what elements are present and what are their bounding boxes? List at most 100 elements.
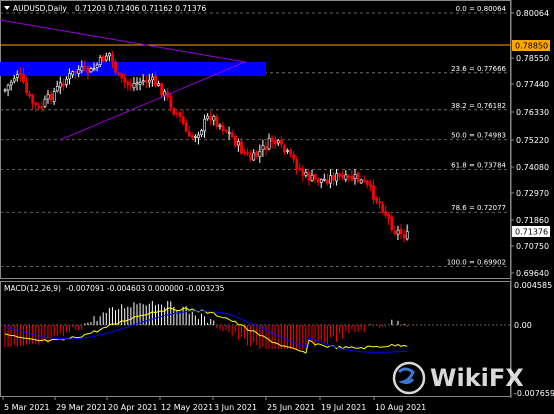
candle-body — [353, 174, 357, 179]
candle-body — [221, 125, 225, 132]
candle-body — [80, 66, 84, 71]
candle-body — [335, 173, 339, 182]
wikifx-watermark: WikiFX — [392, 361, 524, 395]
candle-body — [178, 112, 182, 117]
candle-body — [307, 172, 311, 181]
candle-body — [49, 93, 53, 101]
candle-body — [209, 116, 213, 121]
candle-body — [301, 168, 305, 176]
candle-body — [28, 93, 32, 97]
signal-line — [4, 310, 408, 353]
candle-body — [347, 175, 351, 178]
candle-body — [255, 151, 259, 157]
candle-body — [393, 231, 397, 234]
candle-body — [316, 178, 320, 183]
candle-body — [224, 130, 228, 132]
macd-values: -0.007091 -0.004603 0.000000 -0.003235 — [66, 284, 225, 293]
candle-body — [372, 185, 375, 200]
candle-body — [230, 133, 234, 137]
candle-body — [92, 68, 96, 70]
candle-body — [135, 82, 139, 85]
candle-body — [74, 71, 78, 73]
fib-level-label: 78.6 = 0.72077 — [451, 204, 506, 212]
candle-body — [46, 94, 50, 100]
candle-body — [237, 141, 240, 146]
candle-body — [22, 74, 25, 83]
macd-axis-top: 0.004585 — [514, 281, 552, 290]
candle-body — [58, 82, 62, 88]
candle-body — [181, 116, 185, 125]
price-tick-label: 0.80064 — [516, 9, 549, 18]
candle-body — [233, 135, 237, 146]
chart-canvas[interactable]: 0.0 = 0.80064 23.6 = 0.77666 38.2 = 0.7618… — [0, 0, 554, 414]
candle-body — [365, 180, 369, 185]
candle-body — [310, 174, 314, 181]
price-tick-label: 0.78550 — [516, 54, 549, 63]
date-tick-label: 29 Mar 2021 — [56, 403, 107, 412]
price-candles — [3, 51, 409, 243]
candle-body — [313, 174, 317, 180]
wikifx-swirl-icon — [397, 367, 415, 385]
candle-body — [132, 83, 136, 88]
ohlc-values: 0.71203 0.71406 0.71162 0.71376 — [75, 4, 206, 13]
candle-body — [240, 141, 243, 154]
date-tick-label: 12 May 2021 — [161, 403, 213, 412]
candle-body — [184, 122, 188, 132]
collapse-arrow-icon[interactable] — [4, 6, 10, 10]
candle-body — [15, 74, 19, 79]
candle-body — [105, 55, 108, 61]
candle-body — [249, 153, 253, 161]
date-tick-label: 20 Apr 2021 — [108, 403, 157, 412]
candle-body — [378, 201, 382, 204]
candle-body — [279, 139, 283, 145]
candle-body — [157, 83, 161, 86]
candle-body — [163, 90, 167, 96]
date-axis: 5 Mar 2021 29 Mar 2021 20 Apr 2021 12 May 2… — [2, 397, 426, 412]
candle-body — [212, 116, 216, 121]
candle-body — [329, 175, 332, 184]
candle-body — [261, 145, 265, 151]
candle-body — [381, 203, 385, 213]
symbol-title: AUDUSD,Daily — [13, 4, 67, 13]
supply-zone-rectangle[interactable] — [0, 62, 266, 76]
candle-body — [52, 91, 56, 102]
candle-body — [384, 211, 388, 216]
triangle-pattern-top[interactable] — [0, 19, 247, 141]
date-tick-label: 19 Jul 2021 — [321, 403, 366, 412]
candle-body — [203, 118, 207, 132]
candle-body — [12, 78, 16, 82]
candle-body — [276, 140, 280, 144]
date-tick-label: 10 Aug 2021 — [375, 403, 426, 412]
candle-body — [62, 83, 65, 87]
candle-body — [147, 79, 151, 83]
candle-body — [289, 149, 293, 155]
fib-level-label: 61.8 = 0.73784 — [451, 162, 506, 170]
candle-body — [101, 55, 105, 62]
fib-level-label: 38.2 = 0.76182 — [451, 102, 506, 110]
candle-body — [295, 159, 299, 170]
candle-body — [175, 113, 179, 115]
candle-body — [273, 140, 277, 145]
candle-body — [83, 65, 87, 68]
trading-chart-window[interactable]: 0.0 = 0.80064 23.6 = 0.77666 38.2 = 0.7618… — [0, 0, 554, 414]
chart-title: AUDUSD,Daily 0.71203 0.71406 0.71162 0.7… — [4, 4, 206, 13]
candle-body — [6, 84, 10, 91]
candle-body — [108, 53, 111, 57]
candle-body — [356, 172, 360, 182]
candle-body — [206, 115, 210, 120]
candle-body — [375, 197, 378, 202]
fib-level-label: 0.0 = 0.80064 — [456, 5, 507, 13]
candle-body — [286, 150, 289, 152]
candle-body — [215, 116, 219, 127]
candle-body — [160, 83, 164, 96]
candle-body — [77, 69, 81, 74]
candle-body — [111, 53, 114, 62]
candle-body — [350, 176, 354, 181]
candle-body — [172, 108, 176, 115]
candle-body — [319, 179, 323, 183]
candle-body — [322, 178, 326, 181]
date-tick-label: 5 Mar 2021 — [4, 403, 50, 412]
price-tick-label: 0.77440 — [516, 80, 549, 89]
price-tick-label: 0.69640 — [516, 269, 549, 278]
candle-body — [3, 89, 7, 92]
